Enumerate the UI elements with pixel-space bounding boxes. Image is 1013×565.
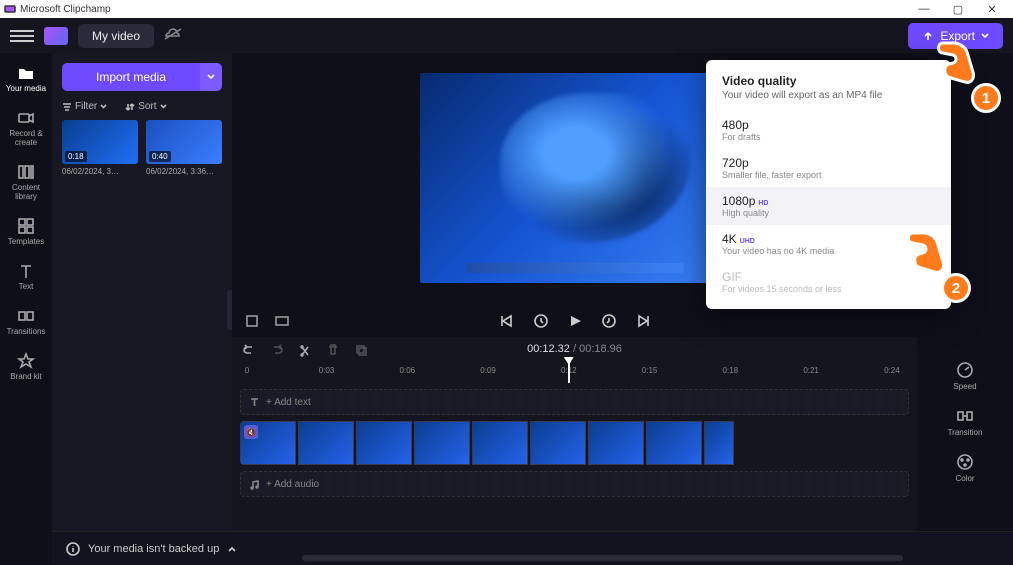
info-icon	[66, 542, 80, 556]
record-icon	[17, 109, 35, 127]
import-media-dropdown[interactable]	[200, 63, 222, 91]
status-bar: Your media isn't backed up	[52, 531, 1013, 565]
music-icon	[249, 479, 260, 490]
undo-icon[interactable]	[242, 343, 256, 357]
chevron-up-icon[interactable]	[227, 544, 237, 554]
media-panel: Import media Filter Sort 0:18 06/02/2024…	[52, 53, 232, 531]
timecode: 00:12.32 / 00:18.96	[527, 343, 622, 355]
chevron-down-icon	[100, 103, 107, 110]
quality-720p[interactable]: 720p Smaller file, faster export	[706, 149, 951, 187]
brand-kit-icon	[17, 352, 35, 370]
sidebar-templates[interactable]: Templates	[8, 214, 44, 249]
video-preview[interactable]	[420, 73, 730, 283]
fit-icon[interactable]	[274, 313, 290, 329]
transition-tab[interactable]: Transition	[948, 407, 983, 437]
sidebar-brand-kit[interactable]: Brand kit	[10, 349, 42, 384]
left-sidebar: Your media Record & create Content libra…	[0, 53, 52, 565]
sort-icon	[125, 102, 135, 112]
close-button[interactable]: ✕	[975, 3, 1009, 16]
transport-controls	[499, 313, 651, 329]
text-icon	[249, 397, 260, 408]
media-thumbnail[interactable]: 0:18 06/02/2024, 3…	[62, 120, 138, 176]
window-titlebar: Microsoft Clipchamp — ▢ ✕	[0, 0, 1013, 18]
app-logo-icon	[4, 3, 16, 15]
chevron-down-icon	[207, 73, 215, 81]
quality-480p[interactable]: 480p For drafts	[706, 111, 951, 149]
export-quality-popover: Video quality Your video will export as …	[706, 60, 951, 309]
import-media-button[interactable]: Import media	[62, 63, 200, 91]
quality-gif[interactable]: GIF For videos 15 seconds or less	[706, 263, 951, 301]
project-title[interactable]: My video	[78, 24, 154, 48]
mute-icon[interactable]: 🔇	[244, 425, 258, 439]
minimize-button[interactable]: —	[907, 3, 941, 15]
filter-icon	[62, 102, 72, 112]
split-icon[interactable]	[298, 343, 312, 357]
maximize-button[interactable]: ▢	[941, 3, 975, 16]
quality-1080p[interactable]: 1080pHD High quality	[706, 187, 951, 225]
media-thumbnail[interactable]: 0:40 06/02/2024, 3:36…	[146, 120, 222, 176]
app-header: My video Export	[0, 18, 1013, 53]
filter-button[interactable]: Filter	[62, 101, 107, 112]
sidebar-record-create[interactable]: Record & create	[0, 106, 52, 150]
sidebar-text[interactable]: Text	[17, 259, 35, 294]
transitions-icon	[17, 307, 35, 325]
app-title: Microsoft Clipchamp	[20, 4, 111, 15]
crop-icon[interactable]	[244, 313, 260, 329]
rewind-icon[interactable]	[533, 313, 549, 329]
skip-back-icon[interactable]	[499, 313, 515, 329]
folder-icon	[17, 64, 35, 82]
video-track[interactable]: 🔇	[240, 421, 909, 465]
upload-icon	[922, 30, 934, 42]
sidebar-transitions[interactable]: Transitions	[7, 304, 46, 339]
text-icon	[17, 262, 35, 280]
timeline-ruler[interactable]: 0 0:03 0:06 0:09 0:12 0:15 0:18 0:21 0:2…	[238, 363, 911, 383]
redo-icon[interactable]	[270, 343, 284, 357]
export-label: Export	[940, 29, 975, 43]
library-icon	[17, 163, 35, 181]
transition-icon	[956, 407, 974, 425]
chevron-down-icon	[160, 103, 167, 110]
skip-forward-icon[interactable]	[635, 313, 651, 329]
cloud-off-icon[interactable]	[164, 27, 182, 44]
color-icon	[956, 453, 974, 471]
play-icon[interactable]	[567, 313, 583, 329]
sidebar-content-library[interactable]: Content library	[0, 160, 52, 204]
color-tab[interactable]: Color	[955, 453, 974, 483]
sidebar-your-media[interactable]: Your media	[6, 61, 46, 96]
horizontal-scrollbar[interactable]	[302, 555, 903, 561]
audio-track[interactable]: + Add audio	[240, 471, 909, 497]
speed-tab[interactable]: Speed	[953, 361, 976, 391]
clipchamp-logo-icon	[44, 27, 68, 45]
timeline: 00:12.32 / 00:18.96 0 0:03 0:06 0:09 0:1…	[232, 337, 917, 531]
popover-subtitle: Your video will export as an MP4 file	[706, 90, 951, 111]
menu-button[interactable]	[10, 24, 34, 48]
playhead[interactable]	[568, 363, 570, 383]
duplicate-icon[interactable]	[354, 343, 368, 357]
export-button[interactable]: Export	[908, 23, 1003, 49]
popover-title: Video quality	[706, 74, 951, 90]
templates-icon	[17, 217, 35, 235]
quality-4k[interactable]: 4KUHD Your video has no 4K media	[706, 225, 951, 263]
speed-icon	[956, 361, 974, 379]
text-track[interactable]: + Add text	[240, 389, 909, 415]
backup-status: Your media isn't backed up	[88, 543, 219, 555]
forward-icon[interactable]	[601, 313, 617, 329]
sort-button[interactable]: Sort	[125, 101, 166, 112]
chevron-down-icon	[981, 32, 989, 40]
delete-icon[interactable]	[326, 343, 340, 357]
